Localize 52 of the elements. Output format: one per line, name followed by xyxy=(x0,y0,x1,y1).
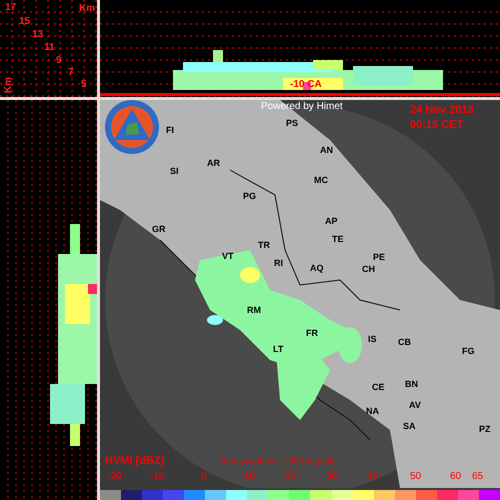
scale-tick-label: 60 xyxy=(450,472,462,482)
city-label: LT xyxy=(273,345,284,354)
city-label: NA xyxy=(366,407,379,416)
height-label: 13 xyxy=(32,30,44,40)
city-label: IS xyxy=(368,335,377,344)
city-label: GR xyxy=(152,225,166,234)
city-label: PS xyxy=(286,119,298,128)
unit-label: Km xyxy=(79,4,96,14)
city-label: TR xyxy=(258,241,270,250)
city-label: CH xyxy=(362,265,375,274)
scale-tick-label: 40 xyxy=(367,472,378,482)
time-text: 00:15 CET xyxy=(410,120,464,131)
scale-tick-label: 20 xyxy=(285,472,296,482)
city-label: AN xyxy=(320,146,333,155)
city-label: FG xyxy=(462,347,474,356)
city-label: AR xyxy=(207,159,220,168)
scale-tick-label: 0 xyxy=(201,472,207,482)
height-label: 7 xyxy=(68,68,74,78)
scale-tick-label: 50 xyxy=(410,472,422,482)
city-label: PG xyxy=(243,192,256,201)
height-label: 17 xyxy=(5,3,16,13)
city-label: MC xyxy=(314,176,328,185)
city-label: BN xyxy=(405,380,418,389)
city-label: PZ xyxy=(479,425,491,434)
city-label: FR xyxy=(306,329,318,338)
scale-tick-label: -10 xyxy=(150,472,164,482)
city-label: CE xyxy=(372,383,385,392)
height-label: 11 xyxy=(44,43,55,53)
city-label: SI xyxy=(170,167,179,176)
scale-tick-label: 30 xyxy=(326,472,338,482)
city-label: TE xyxy=(332,235,344,244)
scale-tick-label: 65 xyxy=(472,472,484,482)
height-label: 15 xyxy=(19,17,30,27)
scale-tick-label: 10 xyxy=(244,472,256,482)
city-label: VT xyxy=(222,252,234,261)
city-label: FI xyxy=(166,126,174,135)
date-text: 24 Nov 2013 xyxy=(410,105,474,116)
freezing-level-text: Freezing level 1.28 Km (asl) xyxy=(220,457,335,466)
city-label: RI xyxy=(274,259,283,268)
legend-title: HVMI [dBZ] xyxy=(105,456,164,467)
city-label: AQ xyxy=(310,264,324,273)
city-label: PE xyxy=(373,253,386,262)
city-label: CB xyxy=(398,338,411,347)
height-label: 5 xyxy=(81,80,87,90)
city-label: AP xyxy=(325,217,338,226)
axis-label: Km xyxy=(4,76,14,94)
logo-icon xyxy=(102,100,162,154)
city-label: AV xyxy=(409,401,421,410)
height-label: 9 xyxy=(56,56,62,66)
scale-tick-label: -20 xyxy=(107,472,122,482)
city-label: SA xyxy=(403,422,416,431)
city-label: RM xyxy=(247,306,261,315)
